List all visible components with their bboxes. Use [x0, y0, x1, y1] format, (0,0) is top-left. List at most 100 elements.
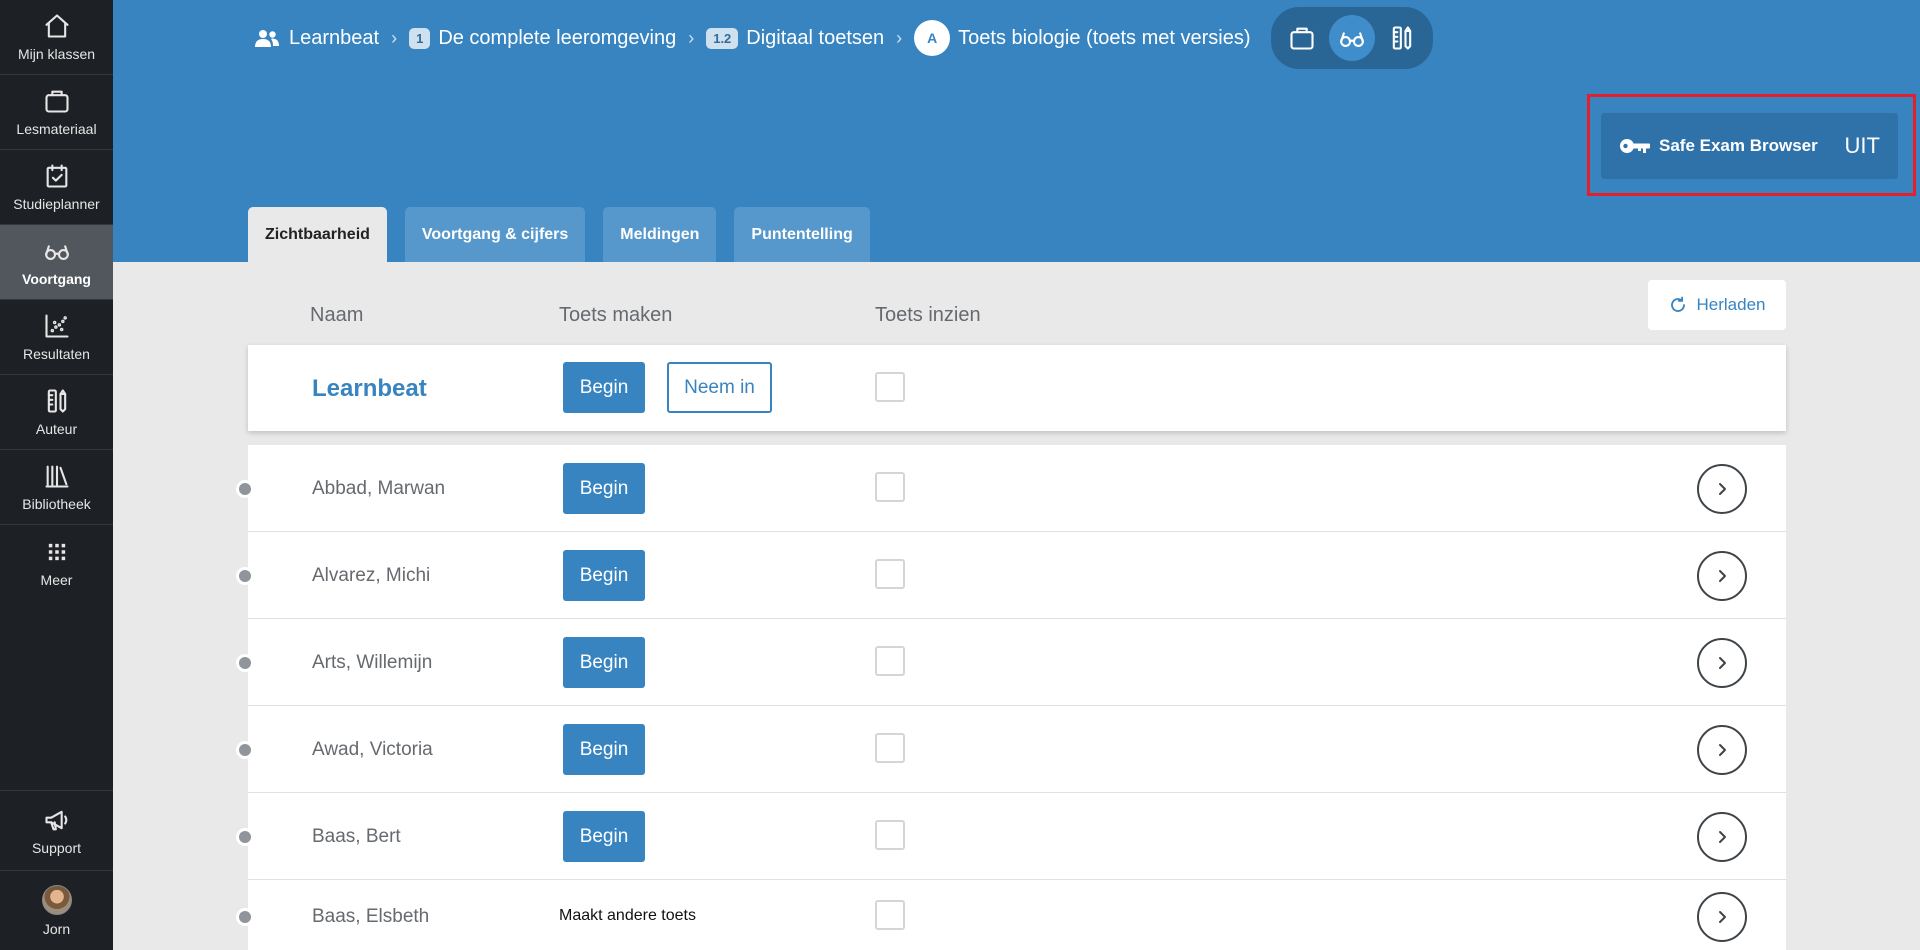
- review-checkbox[interactable]: [875, 559, 905, 589]
- class-name-link[interactable]: Learnbeat: [312, 375, 427, 403]
- sidebar-item-label: Resultaten: [23, 346, 90, 362]
- table-row: Alvarez, Michi Begin: [236, 532, 1786, 619]
- sidebar-item-label: Mijn klassen: [17, 46, 96, 62]
- item-version-badge: A: [914, 20, 951, 56]
- column-header-name: Naam: [310, 304, 364, 326]
- sidebar-item-bibliotheek[interactable]: Bibliotheek: [0, 450, 113, 525]
- status-dot: [236, 480, 254, 498]
- status-dot: [236, 741, 254, 759]
- review-checkbox[interactable]: [875, 820, 905, 850]
- chevron-right-icon: [1719, 744, 1726, 756]
- table-row: Awad, Victoria Begin: [236, 706, 1786, 793]
- chevron-right-icon: [1719, 657, 1726, 669]
- chevron-right-icon: [1719, 570, 1726, 582]
- class-review-checkbox[interactable]: [875, 372, 905, 402]
- briefcase-icon: [44, 90, 69, 113]
- class-row: Learnbeat Begin Neem in: [248, 345, 1786, 431]
- view-material-button[interactable]: [1279, 15, 1325, 61]
- books-icon: [44, 465, 69, 488]
- scatter-chart-icon: [44, 314, 69, 338]
- chevron-right-icon: ›: [896, 27, 903, 48]
- breadcrumb: Learnbeat › 1 De complete leeromgeving ›…: [253, 7, 1433, 69]
- breadcrumb-chapter[interactable]: 1.2 Digitaal toetsen: [706, 27, 884, 50]
- other-test-note: Maakt andere toets: [559, 907, 696, 924]
- support-button[interactable]: Support: [0, 790, 113, 870]
- avatar: [41, 884, 72, 915]
- student-name: Alvarez, Michi: [312, 565, 431, 586]
- status-dot: [236, 828, 254, 846]
- review-checkbox[interactable]: [875, 472, 905, 502]
- begin-button[interactable]: Begin: [563, 463, 645, 514]
- student-name: Awad, Victoria: [312, 739, 433, 760]
- begin-button[interactable]: Begin: [563, 811, 645, 862]
- sidebar-item-label: Voortgang: [22, 271, 91, 287]
- student-name: Arts, Willemijn: [312, 652, 433, 673]
- pencil-ruler-icon: [47, 389, 66, 413]
- header: Learnbeat › 1 De complete leeromgeving ›…: [113, 0, 1920, 263]
- class-begin-button[interactable]: Begin: [563, 362, 645, 413]
- student-name: Abbad, Marwan: [312, 478, 446, 499]
- breadcrumb-item[interactable]: A Toets biologie (toets met versies): [914, 20, 1251, 56]
- seb-label: Safe Exam Browser: [1659, 136, 1818, 155]
- home-icon: [44, 14, 69, 38]
- sidebar-item-mijn-klassen[interactable]: Mijn klassen: [0, 0, 113, 75]
- review-checkbox[interactable]: [875, 733, 905, 763]
- sidebar-item-voortgang[interactable]: Voortgang: [0, 225, 113, 300]
- reload-label: Herladen: [1696, 295, 1766, 314]
- status-dot: [236, 654, 254, 672]
- open-student-button[interactable]: [1697, 551, 1747, 601]
- breadcrumb-item-label: Toets biologie (toets met versies): [958, 26, 1251, 49]
- reload-button[interactable]: Herladen: [1648, 280, 1786, 330]
- sidebar-item-studieplanner[interactable]: Studieplanner: [0, 150, 113, 225]
- user-menu[interactable]: Jorn: [0, 870, 113, 950]
- chapter-number-badge: 1.2: [706, 27, 739, 49]
- open-student-button[interactable]: [1697, 892, 1747, 942]
- view-switcher: [1270, 7, 1433, 69]
- sidebar-item-meer[interactable]: Meer: [0, 525, 113, 600]
- briefcase-icon: [1289, 27, 1314, 50]
- chevron-right-icon: ›: [688, 27, 695, 48]
- student-name: Baas, Bert: [312, 826, 401, 847]
- users-icon: [255, 30, 279, 47]
- sidebar-item-label: Meer: [40, 571, 73, 588]
- open-student-button[interactable]: [1697, 725, 1747, 775]
- begin-button[interactable]: Begin: [563, 550, 645, 601]
- pencil-ruler-icon: [1392, 26, 1411, 50]
- seb-state: UIT: [1844, 133, 1880, 158]
- table-row: Arts, Willemijn Begin: [236, 619, 1786, 706]
- tab-zichtbaarheid[interactable]: Zichtbaarheid: [248, 207, 387, 263]
- column-header-make: Toets maken: [559, 304, 673, 326]
- status-dot: [236, 908, 254, 926]
- begin-button[interactable]: Begin: [563, 724, 645, 775]
- sidebar-item-label: Studieplanner: [13, 196, 100, 212]
- safe-exam-browser-toggle[interactable]: Safe Exam Browser UIT: [1601, 113, 1898, 179]
- chevron-right-icon: [1719, 911, 1726, 923]
- view-progress-button[interactable]: [1328, 15, 1375, 61]
- key-icon: [1620, 139, 1650, 153]
- sidebar-item-auteur[interactable]: Auteur: [0, 375, 113, 450]
- sidebar-item-lesmateriaal[interactable]: Lesmateriaal: [0, 75, 113, 150]
- view-author-button[interactable]: [1379, 15, 1425, 61]
- chevron-right-icon: ›: [391, 27, 398, 48]
- sidebar-item-resultaten[interactable]: Resultaten: [0, 300, 113, 375]
- open-student-button[interactable]: [1697, 638, 1747, 688]
- class-take-in-button[interactable]: Neem in: [667, 362, 772, 413]
- tab-bar: Zichtbaarheid Voortgang & cijfers Meldin…: [248, 207, 870, 263]
- chevron-right-icon: [1719, 483, 1726, 495]
- review-checkbox[interactable]: [875, 900, 905, 930]
- breadcrumb-org[interactable]: Learnbeat: [253, 27, 379, 50]
- open-student-button[interactable]: [1697, 812, 1747, 862]
- column-header-review: Toets inzien: [875, 304, 981, 326]
- open-student-button[interactable]: [1697, 464, 1747, 514]
- tab-meldingen[interactable]: Meldingen: [603, 207, 717, 263]
- glasses-icon: [1339, 32, 1364, 47]
- begin-button[interactable]: Begin: [563, 637, 645, 688]
- sidebar-item-label: Auteur: [35, 421, 78, 437]
- breadcrumb-course[interactable]: 1 De complete leeromgeving: [409, 27, 676, 50]
- table-row: Baas, Bert Begin: [236, 793, 1786, 880]
- tab-puntentelling[interactable]: Puntentelling: [734, 207, 870, 263]
- review-checkbox[interactable]: [875, 646, 905, 676]
- tab-voortgang-cijfers[interactable]: Voortgang & cijfers: [404, 207, 586, 263]
- support-label: Support: [31, 839, 82, 856]
- table-row: Baas, Elsbeth Maakt andere toets: [236, 880, 1786, 950]
